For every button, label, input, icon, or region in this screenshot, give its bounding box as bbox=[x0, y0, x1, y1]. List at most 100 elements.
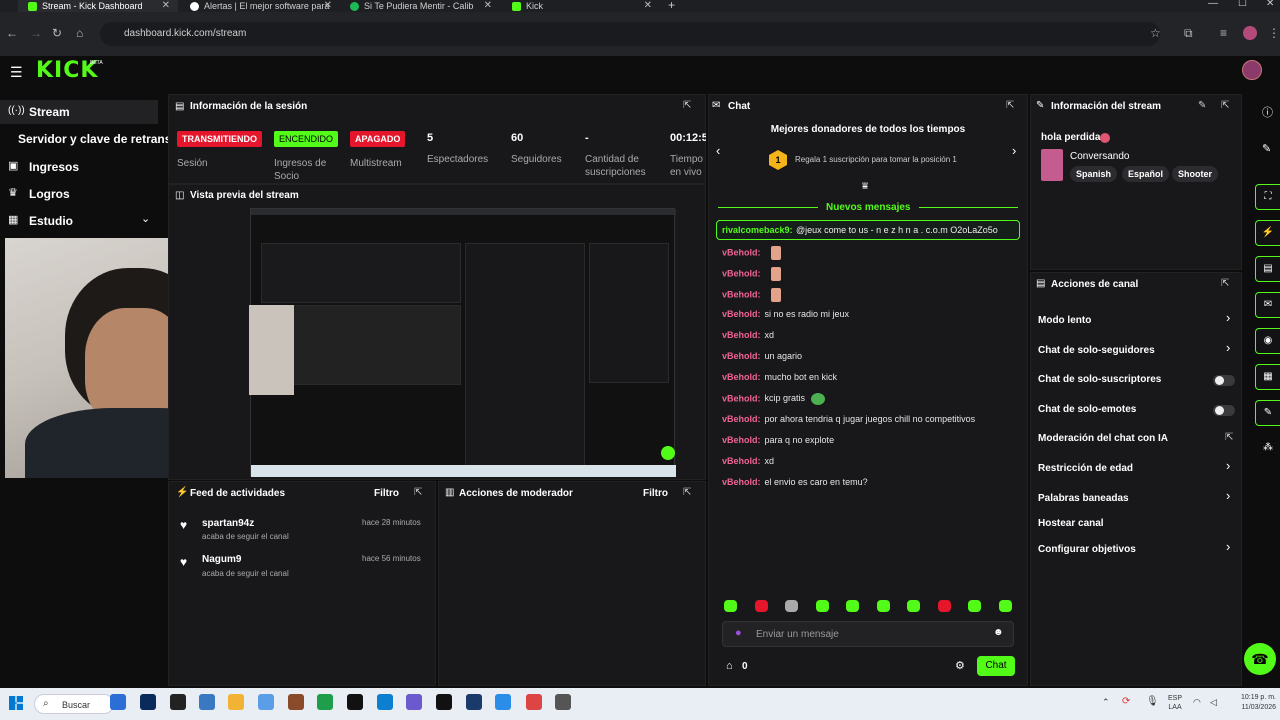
chat-username[interactable]: vBehold: bbox=[722, 268, 761, 278]
tag-chip[interactable]: Spanish bbox=[1070, 166, 1118, 182]
pin-icon[interactable]: ⩸ bbox=[862, 181, 868, 192]
channel-action-item[interactable]: Moderación del chat con IA bbox=[1038, 433, 1168, 444]
chevron-up-icon[interactable]: ⌃ bbox=[1102, 697, 1110, 708]
copilot-icon[interactable] bbox=[258, 694, 274, 710]
emoji-icon[interactable]: ☻ bbox=[993, 627, 1004, 638]
highlighted-message[interactable]: rivalcomeback9: @jeux come to us - n e z… bbox=[716, 220, 1020, 240]
popout-icon[interactable]: ⇱ bbox=[414, 487, 422, 498]
chevron-right-icon[interactable]: › bbox=[1226, 340, 1230, 355]
tag-chip[interactable]: Shooter bbox=[1172, 166, 1219, 182]
media-control-icon[interactable]: ≡ bbox=[1220, 26, 1227, 40]
pencil-icon[interactable]: ✎ bbox=[1262, 142, 1271, 155]
chevron-right-icon[interactable]: › bbox=[1012, 143, 1016, 158]
edit-icon[interactable]: ✎ bbox=[1198, 100, 1206, 111]
feed-user[interactable]: Nagum9 bbox=[202, 554, 241, 565]
microphone-icon[interactable]: ● bbox=[735, 627, 742, 639]
capcut-icon[interactable] bbox=[347, 694, 363, 710]
sidebar-item-logros[interactable]: Logros bbox=[29, 187, 70, 201]
volume-icon[interactable]: ◁ bbox=[1210, 697, 1217, 708]
browser-menu-icon[interactable]: ⋮ bbox=[1268, 26, 1280, 40]
edge-icon[interactable] bbox=[377, 694, 393, 710]
document-icon[interactable]: ▤ bbox=[1255, 256, 1280, 282]
channel-action-item[interactable]: Restricción de edad bbox=[1038, 463, 1133, 474]
chat-send-button[interactable]: Chat bbox=[977, 656, 1015, 676]
home-icon[interactable]: ⌂ bbox=[76, 26, 83, 40]
broadcast-icon[interactable]: ◉ bbox=[1255, 328, 1280, 354]
mic-tray-icon[interactable]: 🎙 bbox=[1146, 696, 1159, 707]
terminal-icon[interactable] bbox=[170, 694, 186, 710]
chevron-right-icon[interactable]: › bbox=[1226, 539, 1230, 554]
chat-icon[interactable]: ✉ bbox=[1255, 292, 1280, 318]
tab-stream-dashboard[interactable]: Stream - Kick Dashboard ✕ bbox=[18, 0, 178, 12]
preview-video[interactable] bbox=[249, 208, 676, 477]
channel-action-item[interactable]: Configurar objetivos bbox=[1038, 544, 1136, 555]
lightning-icon[interactable]: ⚡ bbox=[1255, 220, 1280, 246]
settings-icon[interactable] bbox=[555, 694, 571, 710]
obs-icon[interactable] bbox=[288, 694, 304, 710]
reload-icon[interactable]: ↻ bbox=[52, 26, 62, 40]
chat-username[interactable]: vBehold: bbox=[722, 477, 761, 487]
chat-username[interactable]: vBehold: bbox=[722, 309, 761, 319]
popout-icon[interactable]: ⇱ bbox=[1006, 100, 1014, 111]
chat-username[interactable]: vBehold: bbox=[722, 414, 761, 424]
folder-icon[interactable] bbox=[228, 694, 244, 710]
sidebar-item-server-key[interactable]: Servidor y clave de retransm bbox=[18, 132, 168, 146]
steam-icon[interactable] bbox=[495, 694, 511, 710]
external-link-icon[interactable]: ⇱ bbox=[1225, 432, 1233, 443]
minimize-button[interactable]: — bbox=[1208, 0, 1218, 9]
sidebar-item-ingresos[interactable]: Ingresos bbox=[29, 160, 79, 174]
chat-username[interactable]: vBehold: bbox=[722, 393, 761, 403]
chat-username[interactable]: vBehold: bbox=[722, 247, 761, 257]
emote-icon[interactable] bbox=[754, 600, 768, 612]
emote-icon[interactable] bbox=[907, 600, 920, 612]
chat-username[interactable]: vBehold: bbox=[722, 289, 761, 299]
chevron-right-icon[interactable]: › bbox=[1226, 488, 1230, 503]
toggle-switch[interactable] bbox=[1213, 375, 1235, 386]
tab-spotify[interactable]: Si Te Pudiera Mentir - Calib ✕ bbox=[340, 0, 500, 12]
channel-action-item[interactable]: Chat de solo-suscriptores bbox=[1038, 374, 1161, 385]
chrome-icon[interactable] bbox=[526, 694, 542, 710]
chat-username[interactable]: vBehold: bbox=[722, 435, 761, 445]
forward-icon[interactable]: → bbox=[30, 26, 42, 40]
emote-icon[interactable] bbox=[846, 600, 859, 612]
back-icon[interactable]: ← bbox=[6, 26, 18, 40]
chevron-right-icon[interactable]: › bbox=[1226, 458, 1230, 473]
close-tab-icon[interactable]: ✕ bbox=[484, 0, 492, 11]
close-window-button[interactable]: ✕ bbox=[1266, 0, 1274, 9]
files-icon[interactable] bbox=[110, 694, 126, 710]
maximize-button[interactable]: ☐ bbox=[1238, 0, 1247, 9]
chat-username[interactable]: vBehold: bbox=[722, 330, 761, 340]
tag-chip[interactable]: Español bbox=[1122, 166, 1170, 182]
store-icon[interactable] bbox=[466, 694, 482, 710]
channel-action-item[interactable]: Chat de solo-seguidores bbox=[1038, 345, 1155, 356]
language-indicator[interactable]: ESP LAA bbox=[1168, 694, 1182, 712]
chat-input[interactable]: ● Enviar un mensaje ☻ bbox=[722, 621, 1014, 647]
photoshop-icon[interactable] bbox=[140, 694, 156, 710]
profile-avatar[interactable] bbox=[1243, 26, 1257, 40]
bookmark-star-icon[interactable]: ☆ bbox=[1150, 26, 1161, 40]
channel-action-item[interactable]: Modo lento bbox=[1038, 315, 1091, 326]
feed-filter-button[interactable]: Filtro bbox=[374, 488, 399, 499]
tab-alertas[interactable]: Alertas | El mejor software para ✕ bbox=[180, 0, 340, 12]
chat-username[interactable]: rivalcomeback9: bbox=[722, 225, 793, 235]
toggle-switch[interactable] bbox=[1213, 405, 1235, 416]
sidebar-item-stream[interactable]: ((·)) Stream bbox=[0, 100, 158, 124]
wifi-icon[interactable]: ◠ bbox=[1193, 697, 1201, 708]
layers-icon[interactable]: ▦ bbox=[1255, 364, 1280, 390]
gear-icon[interactable]: ⚙ bbox=[955, 659, 965, 672]
popout-icon[interactable]: ⇱ bbox=[1221, 278, 1229, 289]
channel-action-item[interactable]: Palabras baneadas bbox=[1038, 493, 1129, 504]
url-field[interactable]: dashboard.kick.com/stream bbox=[100, 22, 1160, 46]
close-tab-icon[interactable]: ✕ bbox=[324, 0, 332, 11]
tab-kick[interactable]: Kick ✕ bbox=[502, 0, 660, 12]
emote-icon[interactable] bbox=[968, 600, 981, 612]
chevron-right-icon[interactable]: › bbox=[1226, 310, 1230, 325]
category-name[interactable]: Conversando bbox=[1070, 151, 1129, 162]
support-chat-button[interactable]: ☎ bbox=[1244, 643, 1276, 675]
chevron-down-icon[interactable]: ⌄ bbox=[141, 212, 150, 225]
calendar-icon[interactable] bbox=[199, 694, 215, 710]
clock[interactable]: 10:19 p. m. 11/03/2026 bbox=[1234, 693, 1276, 713]
github-icon[interactable] bbox=[436, 694, 452, 710]
popout-icon[interactable]: ⇱ bbox=[683, 487, 691, 498]
emote-icon[interactable] bbox=[724, 600, 737, 612]
